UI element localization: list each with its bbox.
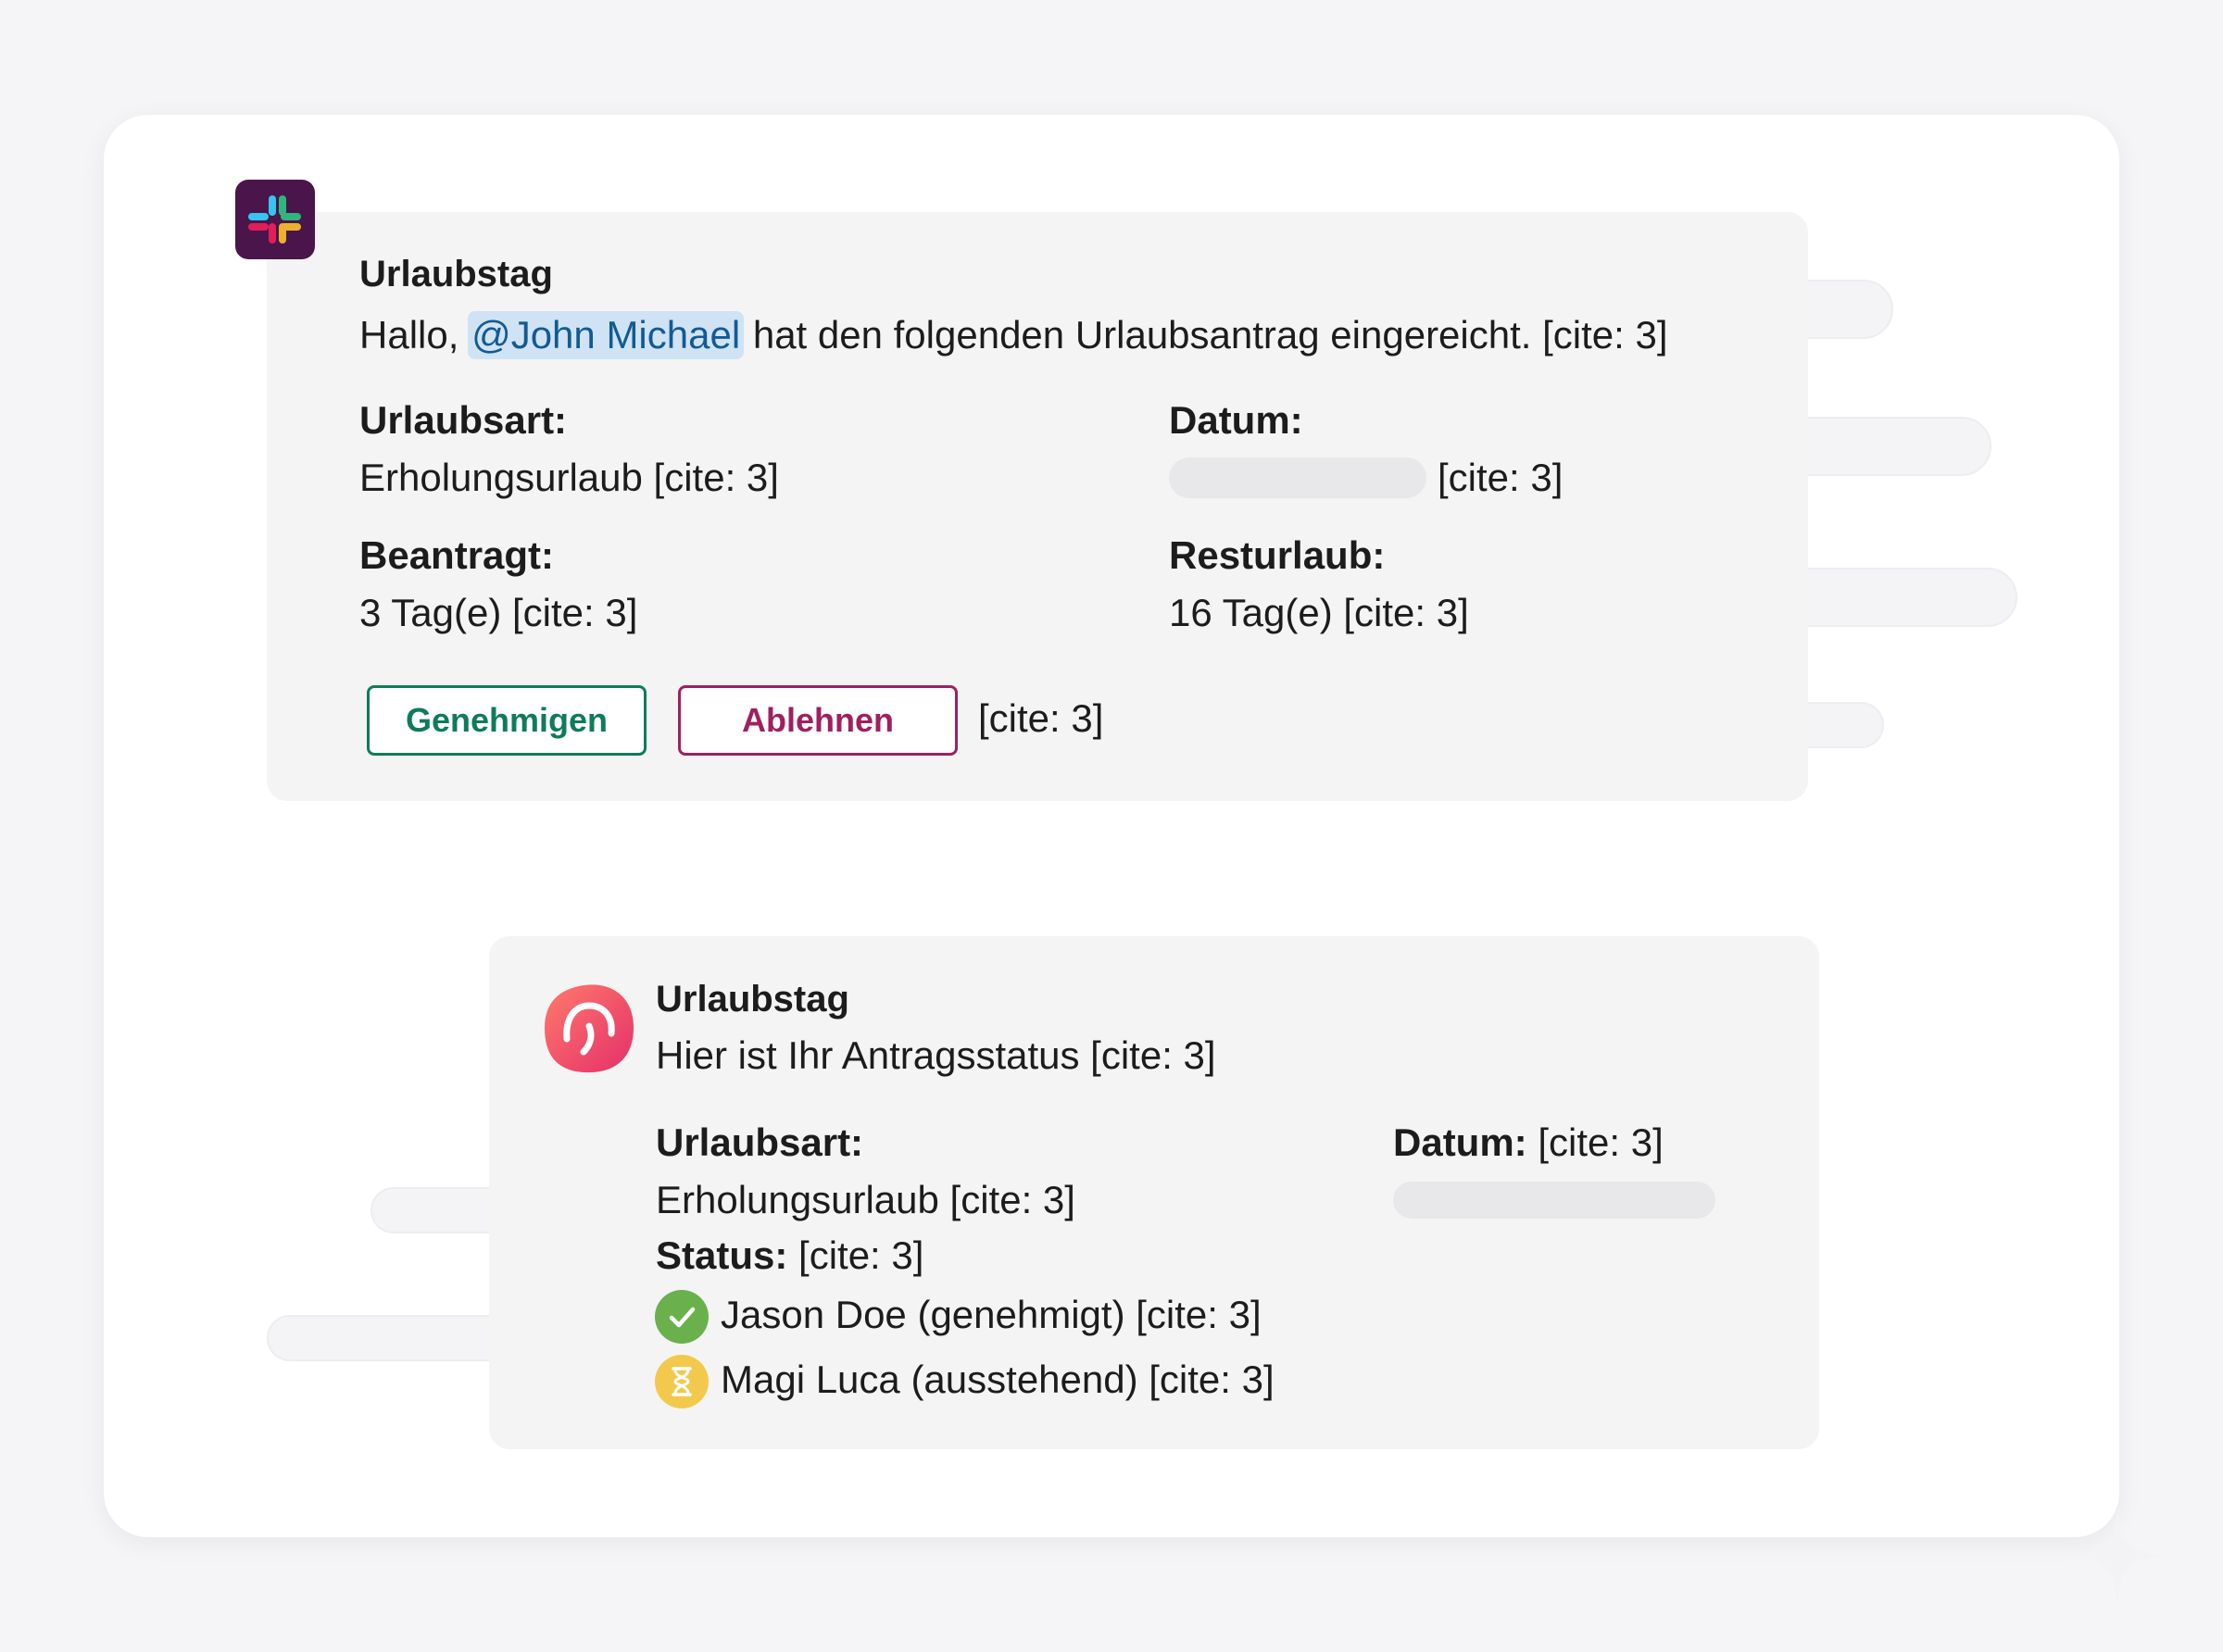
check-icon [655, 1290, 709, 1344]
requested-label: Beantragt: [359, 533, 555, 577]
request-card-title: Urlaubstag [359, 254, 553, 294]
leave-type-label: Urlaubsart: [359, 398, 568, 442]
remaining-value: 16 Tag(e) [cite: 3] [1169, 591, 1469, 634]
status-leave-type-label: Urlaubsart: [656, 1120, 864, 1164]
status-card-title: Urlaubstag [656, 979, 849, 1020]
date-value: [cite: 3] [1438, 456, 1564, 499]
status-value: [cite: 3] [798, 1233, 924, 1277]
date-label: Datum: [1169, 398, 1303, 442]
status-line: Status: [cite: 3] [656, 1233, 923, 1278]
app-logo-icon [545, 984, 634, 1073]
request-message: Hallo, @John Michael hat den folgenden U… [359, 311, 1668, 359]
requested-value: 3 Tag(e) [cite: 3] [359, 591, 638, 634]
status-date-line: Datum: [cite: 3] [1393, 1120, 1664, 1165]
approver-approved: Jason Doe (genehmigt) [cite: 3] [721, 1293, 1262, 1336]
date-placeholder-bar [1169, 457, 1426, 498]
leave-type-value: Erholungsurlaub [cite: 3] [359, 456, 779, 499]
slack-icon [235, 180, 315, 259]
approve-button[interactable]: Genehmigen [367, 685, 647, 756]
sparkle-icon [2071, 1509, 2164, 1602]
status-subtitle: Hier ist Ihr Antragsstatus [cite: 3] [656, 1033, 1216, 1077]
remaining-label: Resturlaub: [1169, 533, 1386, 577]
status-date-label: Datum: [1393, 1120, 1527, 1164]
status-label: Status: [656, 1233, 788, 1277]
status-leave-type-value: Erholungsurlaub [cite: 3] [656, 1178, 1075, 1221]
user-mention[interactable]: @John Michael [468, 311, 745, 359]
reject-button[interactable]: Ablehnen [678, 685, 958, 756]
status-date-value: [cite: 3] [1538, 1120, 1664, 1164]
buttons-cite: [cite: 3] [978, 696, 1104, 740]
status-date-placeholder-bar [1393, 1182, 1715, 1219]
message-text: hat den folgenden Urlaubsantrag eingerei… [752, 313, 1668, 357]
hourglass-icon [655, 1355, 709, 1408]
approver-pending: Magi Luca (ausstehend) [cite: 3] [721, 1358, 1275, 1401]
greeting-text: Hallo, [359, 313, 459, 357]
